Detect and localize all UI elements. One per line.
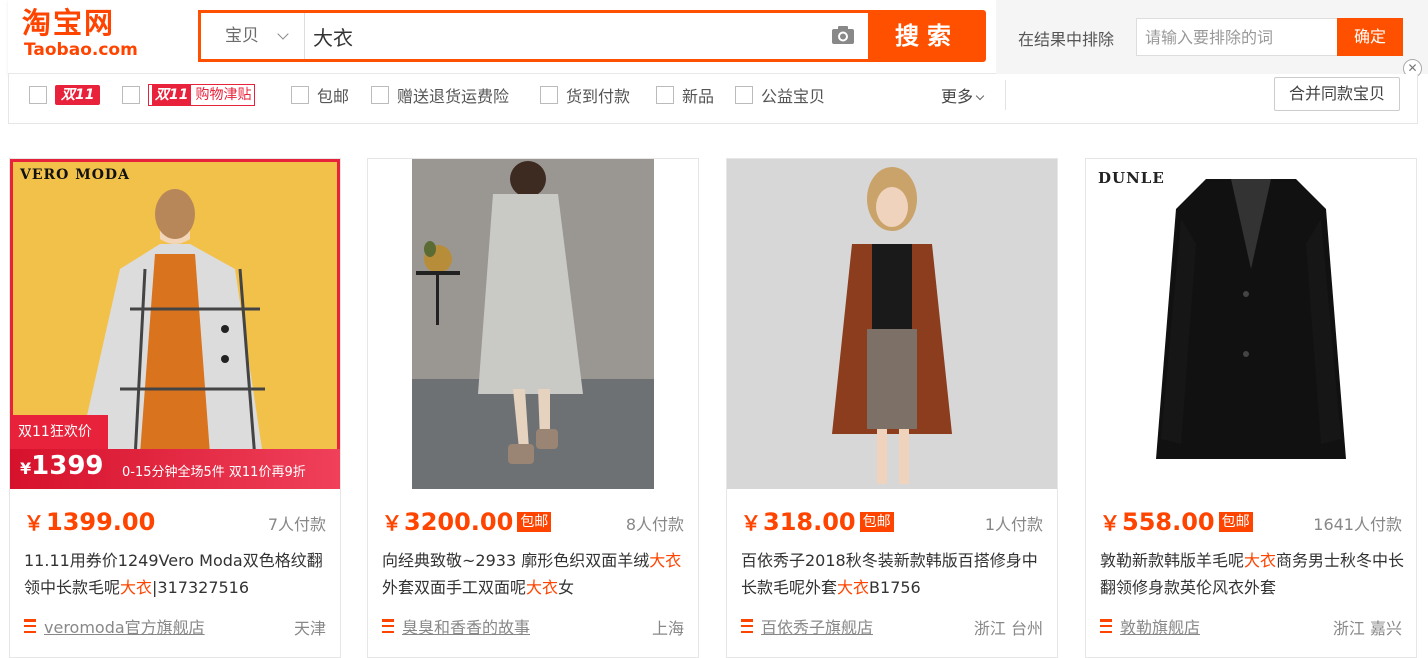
logo-text-cn: 淘宝网 [22,6,116,40]
product-title[interactable]: 敦勒新款韩版羊毛呢大衣商务男士秋冬中长翻领修身款英伦风衣外套 [1100,547,1406,601]
promo-price: ¥1399 [20,451,104,481]
filter-return-insurance[interactable]: 赠送退货运费险 [371,84,509,106]
filter-bar: 双11 双11 购物津贴 包邮 赠送退货运费险 货到付款 新品 公益宝贝 更多 … [8,74,1418,124]
exclude-label: 在结果中排除 [1018,30,1115,49]
filter-label: 新品 [682,87,715,106]
checkbox[interactable] [735,86,753,104]
allowance-label: 购物津贴 [195,87,252,103]
exclude-input[interactable] [1136,18,1338,56]
shop-link[interactable]: 敦勒旗舰店 [1100,614,1200,638]
more-label: 更多 [941,87,974,106]
filter-label: 货到付款 [566,87,631,106]
checkbox[interactable] [371,86,389,104]
shop-name: veromoda官方旗舰店 [44,618,205,637]
product-title[interactable]: 11.11用券价1249Vero Moda双色格纹翻领中长款毛呢大衣|31732… [24,547,330,601]
brand-logo: DUNLE [1098,169,1165,187]
sales-count: 8人付款 [625,515,684,534]
shop-icon [382,619,394,633]
shop-link[interactable]: 百依秀子旗舰店 [741,614,873,638]
search-input[interactable] [313,22,813,50]
merge-same-items-button[interactable]: 合并同款宝贝 [1274,77,1400,111]
product-image[interactable]: DUNLE [1086,159,1416,489]
search-category-label: 宝贝 [225,26,259,46]
filter-double11[interactable]: 双11 [29,84,101,106]
brand-logo: VERO MODA [20,167,130,183]
double11-badge: 双11 [55,85,101,105]
checkbox[interactable] [122,86,140,104]
product-image[interactable] [727,159,1057,489]
camera-icon[interactable] [831,25,855,45]
checkbox[interactable] [656,86,674,104]
coat-photo [1086,159,1416,489]
filter-shopping-allowance[interactable]: 双11 购物津贴 [122,84,256,106]
shopping-allowance-badge: 双11 购物津贴 [148,84,256,106]
header: 淘宝网 Taobao.com 宝贝 搜索 在结果中排除 确定 ✕ [0,0,1428,78]
sales-count: 7人付款 [267,515,326,534]
more-filters-button[interactable]: 更多 [941,83,985,107]
product-card[interactable]: ￥3200.00 包邮 8人付款 向经典致敬~2933 廓形色织双面羊绒大衣外套双… [367,158,699,658]
search-header: 淘宝网 Taobao.com 宝贝 搜索 [8,0,996,74]
location: 浙江 嘉兴 [1332,619,1402,638]
search-button[interactable]: 搜索 [868,10,986,62]
product-price: ￥1399.00 [24,508,156,536]
shop-name: 臭臭和香香的故事 [402,618,531,637]
filter-label: 公益宝贝 [761,87,826,106]
product-card[interactable]: VERO MODA 双11狂欢价 ¥1399 0-15分钟全场5件 双11价再9… [9,158,341,658]
product-title[interactable]: 百依秀子2018秋冬装新款韩版百搭修身中长款毛呢外套大衣B1756 [741,547,1047,601]
confirm-button[interactable]: 确定 [1337,18,1403,56]
search-category-select[interactable]: 宝贝 [201,13,305,59]
model-photo [727,159,1057,489]
promo-note: 0-15分钟全场5件 双11价再9折 [122,465,306,480]
shop-icon [24,619,36,633]
free-shipping-badge: 包邮 [859,512,894,532]
shop-link[interactable]: 臭臭和香香的故事 [382,614,530,638]
product-price: ￥558.00 包邮 [1100,507,1253,536]
checkbox[interactable] [540,86,558,104]
promo-price-banner: ¥1399 0-15分钟全场5件 双11价再9折 [10,449,340,489]
free-shipping-badge: 包邮 [517,512,552,532]
divider [1005,80,1006,110]
shop-link[interactable]: veromoda官方旗舰店 [24,614,205,638]
product-card[interactable]: DUNLE ￥558.00 包邮 1641人付款 敦勒新款韩版羊毛呢大衣商务男士秋… [1085,158,1417,658]
product-image[interactable]: VERO MODA 双11狂欢价 ¥1399 0-15分钟全场5件 双11价再9… [10,159,340,489]
product-price: ￥3200.00 包邮 [382,507,552,536]
shop-icon [741,619,753,633]
filter-charity[interactable]: 公益宝贝 [735,84,825,106]
chevron-down-icon [277,28,289,40]
filter-label: 赠送退货运费险 [397,87,510,106]
filter-label: 包邮 [317,87,350,106]
search-box: 宝贝 [198,10,868,62]
logo-text-en: Taobao.com [24,40,138,60]
free-shipping-badge: 包邮 [1218,512,1253,532]
model-photo [368,159,698,489]
product-price: ￥318.00 包邮 [741,507,894,536]
checkbox[interactable] [29,86,47,104]
location: 浙江 台州 [973,619,1043,638]
promo-label: 双11狂欢价 [10,415,108,449]
product-card[interactable]: ￥318.00 包邮 1人付款 百依秀子2018秋冬装新款韩版百搭修身中长款毛呢外… [726,158,1058,658]
location: 上海 [651,619,684,638]
product-image[interactable] [368,159,698,489]
filter-new[interactable]: 新品 [656,84,714,106]
sales-count: 1人付款 [984,515,1043,534]
taobao-logo[interactable]: 淘宝网 Taobao.com [22,6,150,66]
sales-count: 1641人付款 [1313,515,1402,534]
filter-free-shipping[interactable]: 包邮 [291,84,349,106]
chevron-down-icon [975,91,985,101]
checkbox[interactable] [291,86,309,104]
location: 天津 [293,619,326,638]
double11-badge: 双11 [152,85,192,105]
shop-name: 敦勒旗舰店 [1120,618,1201,637]
shop-name: 百依秀子旗舰店 [761,618,874,637]
product-title[interactable]: 向经典致敬~2933 廓形色织双面羊绒大衣外套双面手工双面呢大衣女 [382,547,688,601]
filter-cash-on-delivery[interactable]: 货到付款 [540,84,630,106]
shop-icon [1100,619,1112,633]
